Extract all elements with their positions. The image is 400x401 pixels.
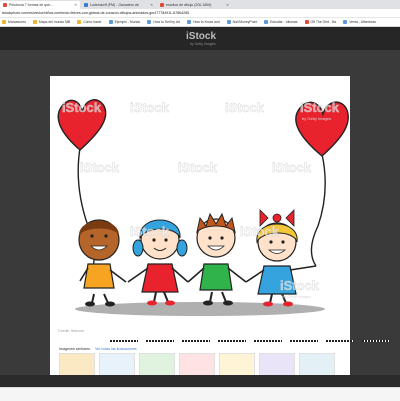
related-thumbnail[interactable] (299, 353, 335, 377)
tab-title: escritos de dibujo (200-1800) (166, 3, 212, 7)
bookmark-label: Estudiar - Idiomas (270, 20, 298, 24)
bookmark-item[interactable]: Venta - Alfombras (343, 20, 376, 24)
kid-green (187, 212, 247, 306)
address-bar[interactable]: istockphoto.com/es/vector/niños-corriend… (0, 9, 400, 18)
bookmark-item[interactable]: Mapa del mundo MB (32, 20, 71, 24)
folder-icon (2, 20, 6, 24)
thumbnail-row (59, 353, 339, 377)
svg-text:iStock: iStock (130, 224, 170, 239)
bookmark-label: How to Sell by Art (153, 20, 181, 24)
bookmark-item[interactable]: Marcadores (2, 20, 26, 24)
bookmark-label: NaVMoneyPoint (232, 20, 258, 24)
tab-favicon-icon (84, 3, 88, 7)
bookmark-item[interactable]: Off The Grid - Ba (304, 20, 337, 24)
url-text[interactable]: istockphoto.com/es/vector/niños-corriend… (2, 11, 189, 15)
browser-tab[interactable]: escritos de dibujo (200-1800) ✕ (157, 1, 232, 9)
browser-tab[interactable]: Pelotonía 7 formas de que... ✕ (0, 1, 80, 9)
bookmark-label: Marcadores (8, 20, 26, 24)
site-header: iStock by Getty Images (0, 27, 400, 50)
page-icon (226, 20, 231, 24)
page-icon (264, 20, 269, 24)
bookmark-label: Off The Grid - Ba (310, 20, 337, 24)
bookmark-item[interactable]: NaVMoneyPoint (226, 20, 258, 24)
os-taskbar (0, 387, 400, 401)
page-footer-dark (0, 375, 400, 387)
related-images-heading: Imágenes similares Ver todas las ilustra… (59, 347, 137, 351)
bookmark-label: Ejemplo - Mundo (114, 20, 141, 24)
main-illustration[interactable]: iStock iStock iStock iStock iStock iStoc… (50, 76, 350, 338)
bookmark-label: How to Know and (193, 20, 220, 24)
browser-tab[interactable]: Ludendorff (PM) - Ganadero de ✕ (81, 1, 156, 9)
page-icon (304, 20, 309, 24)
site-logo-sub: by Getty Images (190, 42, 216, 46)
svg-text:iStock: iStock (178, 160, 218, 175)
tab-title: Pelotonía 7 formas de que... (9, 3, 53, 7)
close-icon[interactable]: ✕ (148, 3, 153, 7)
page-icon (108, 20, 113, 24)
bookmark-item[interactable]: How to Sell by Art (147, 20, 180, 24)
bookmark-item[interactable]: Ejemplo - Mundo (108, 20, 141, 24)
related-thumbnail[interactable] (219, 353, 255, 377)
bookmark-item[interactable]: Estudiar - Idiomas (264, 20, 298, 24)
browser-tab-bar: Pelotonía 7 formas de que... ✕ Ludendorf… (0, 0, 400, 9)
bookmark-item[interactable]: How to Know and (187, 20, 220, 24)
related-thumbnail[interactable] (99, 353, 135, 377)
svg-text:iStock: iStock (272, 160, 312, 175)
related-thumbnail[interactable] (179, 353, 215, 377)
page-icon (343, 20, 348, 24)
page-icon (147, 20, 152, 24)
image-credit: Credit: lemono (58, 328, 85, 333)
bookmark-label: Venta - Alfombras (349, 20, 376, 24)
svg-text:iStock: iStock (62, 100, 102, 115)
see-all-link[interactable]: Ver todas las ilustraciones (95, 347, 137, 351)
folder-icon (32, 20, 37, 24)
kid-orange (78, 219, 127, 307)
svg-text:by Getty Images: by Getty Images (302, 116, 331, 121)
tab-favicon-icon (160, 3, 164, 7)
page-icon (187, 20, 192, 24)
tab-favicon-icon (3, 3, 7, 7)
close-icon[interactable]: ✕ (72, 3, 77, 7)
svg-text:iStock: iStock (240, 224, 280, 239)
related-thumbnail[interactable] (59, 353, 95, 377)
bookmark-item[interactable]: Cómo hacer (77, 20, 102, 24)
site-logo[interactable]: iStock (186, 31, 216, 42)
balloon-string (310, 153, 326, 267)
svg-text:iStock: iStock (280, 278, 320, 293)
decorative-border (110, 340, 390, 343)
bookmarks-bar: Marcadores Mapa del mundo MB Cómo hacer … (0, 18, 400, 27)
svg-text:iStock: iStock (80, 160, 120, 175)
bookmark-label: Mapa del mundo MB (38, 20, 71, 24)
bookmark-label: Cómo hacer (83, 20, 102, 24)
related-images-panel: Imágenes similares Ver todas las ilustra… (50, 338, 390, 378)
close-icon[interactable]: ✕ (224, 3, 229, 7)
svg-text:iStock: iStock (225, 100, 265, 115)
tab-title: Ludendorff (PM) - Ganadero de (90, 3, 139, 7)
svg-text:by Getty Images: by Getty Images (282, 294, 311, 299)
folder-icon (77, 20, 82, 24)
related-thumbnail[interactable] (139, 353, 175, 377)
svg-text:iStock: iStock (130, 100, 170, 115)
related-thumbnail[interactable] (259, 353, 295, 377)
svg-text:iStock: iStock (300, 100, 340, 115)
